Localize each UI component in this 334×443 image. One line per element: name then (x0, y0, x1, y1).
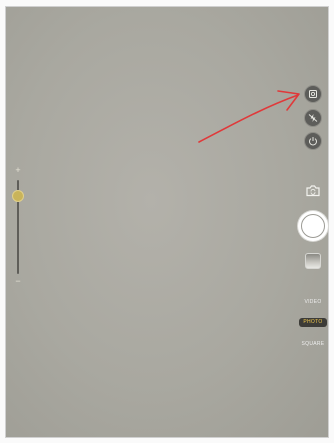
flash-button[interactable] (304, 109, 322, 127)
mode-square[interactable]: SQUARE (298, 341, 328, 347)
switch-camera-icon (306, 184, 320, 196)
timer-button[interactable] (304, 132, 322, 150)
screenshot-frame: + − VIDEO PHOTO SQUARE (0, 0, 334, 443)
mode-video[interactable]: VIDEO (298, 299, 328, 305)
zoom-slider-thumb[interactable] (12, 189, 24, 202)
shutter-inner-ring (301, 214, 325, 238)
flash-off-icon (308, 114, 318, 122)
camera-viewfinder[interactable] (5, 6, 329, 438)
hdr-button[interactable] (304, 85, 322, 103)
hdr-icon (309, 90, 317, 98)
last-photo-thumbnail[interactable] (305, 253, 321, 269)
timer-icon (309, 137, 317, 146)
zoom-plus-label: + (15, 165, 21, 175)
zoom-minus-label: − (15, 276, 21, 286)
shutter-button[interactable] (298, 211, 328, 241)
switch-camera-button[interactable] (303, 182, 323, 198)
mode-photo-selected[interactable]: PHOTO (299, 318, 327, 327)
